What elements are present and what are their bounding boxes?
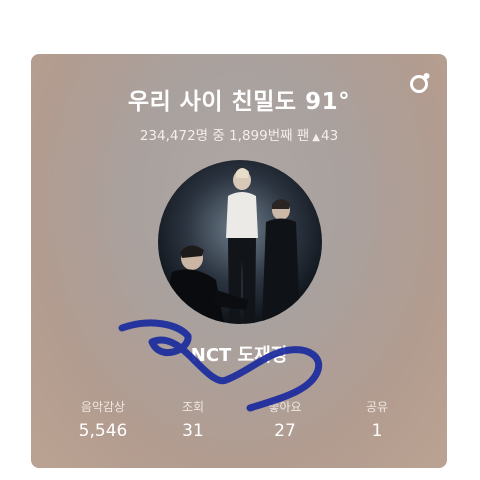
stat-value: 31: [182, 421, 204, 441]
stat-label: 조회: [181, 400, 205, 414]
fan-rank: 234,472명 중 1,899번째 팬 ▲43: [31, 124, 447, 144]
stat-value: 5,546: [78, 421, 128, 441]
stat-likes: 좋아요 27: [240, 398, 330, 441]
intimacy-title: 우리 사이 친밀도 91°: [127, 89, 351, 115]
fan-rank-text: 234,472명 중 1,899번째 팬: [139, 128, 310, 144]
triangle-up-icon: ▲: [312, 132, 320, 143]
stat-label: 음악감상: [80, 400, 126, 414]
stat-listen: 음악감상 5,546: [58, 398, 148, 441]
stat-value: 27: [274, 421, 296, 441]
stat-label: 공유: [365, 400, 389, 414]
intimacy-card: 우리 사이 친밀도 91° 234,472명 중 1,899번째 팬 ▲43 N…: [31, 54, 447, 468]
stat-label: 좋아요: [268, 400, 302, 414]
stat-shares: 공유 1: [332, 398, 422, 441]
stats-row: 음악감상 5,546 조회 31 좋아요 27 공유 1: [31, 398, 447, 448]
stat-views: 조회 31: [148, 398, 238, 441]
stat-value: 1: [371, 421, 383, 441]
artist-avatar[interactable]: [158, 160, 322, 324]
rank-change: 43: [320, 128, 339, 144]
artist-name: NCT 도재정: [190, 345, 288, 366]
